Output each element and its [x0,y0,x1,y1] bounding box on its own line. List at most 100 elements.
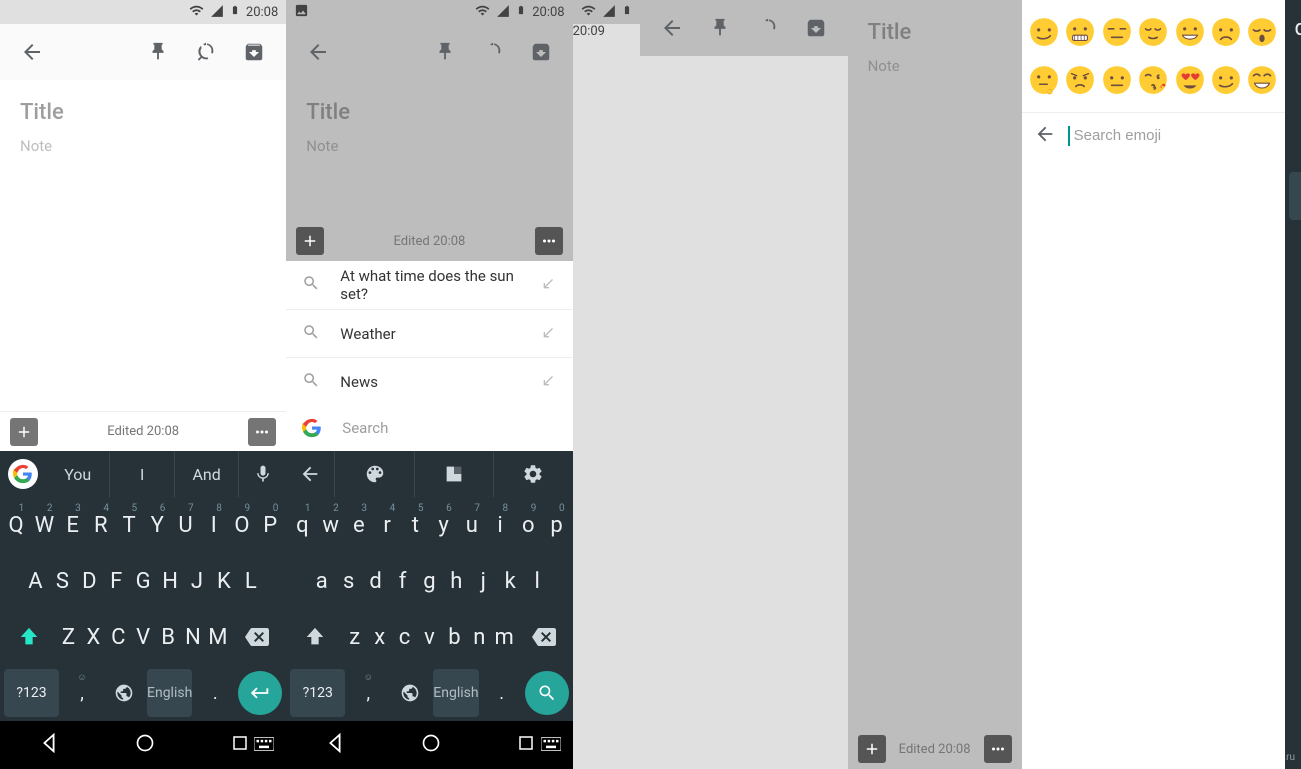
key[interactable]: V [133,613,154,661]
emoji-grin[interactable] [1171,8,1207,56]
nav-home[interactable] [421,733,441,757]
key[interactable]: 9o [516,501,540,549]
key[interactable]: l [526,557,549,605]
search-suggestion[interactable]: At what time does the sun set? [286,261,572,309]
more-button[interactable] [984,735,1012,763]
more-button[interactable] [248,418,276,446]
key[interactable]: 7u [460,501,484,549]
shift-key[interactable] [4,613,54,661]
symbols-key[interactable]: ?123 [4,669,59,717]
back-button[interactable] [648,4,696,52]
note-input[interactable]: Note [306,137,552,155]
search-suggestion[interactable]: News [286,357,572,405]
archive-button[interactable] [230,28,278,76]
back-button[interactable] [286,451,334,497]
key[interactable]: 3e [347,501,371,549]
backspace-key[interactable] [519,613,569,661]
key[interactable]: S [51,557,74,605]
suggestion-2[interactable]: I [109,451,173,497]
suggestion-1[interactable]: You [46,451,109,497]
key[interactable]: 0P [258,501,282,549]
key[interactable]: h [445,557,468,605]
key[interactable]: 3E [60,501,84,549]
back-button[interactable] [8,28,56,76]
key[interactable]: s [337,557,360,605]
key[interactable]: 5T [117,501,141,549]
archive-button[interactable] [517,28,565,76]
key[interactable]: 4R [89,501,113,549]
key[interactable]: v [419,613,440,661]
back-button[interactable] [294,28,342,76]
add-button[interactable] [858,735,886,763]
theme-button[interactable] [334,451,413,497]
emoji-worried[interactable] [1062,56,1098,104]
period-key[interactable]: . [196,669,234,717]
nav-keyboard[interactable] [254,736,274,755]
enter-key[interactable] [238,671,282,715]
period-key[interactable]: . [483,669,521,717]
google-button[interactable] [8,459,38,489]
comma-key[interactable]: ☺, [63,669,101,717]
key[interactable]: 2W [32,501,56,549]
nav-home[interactable] [135,733,155,757]
onehand-button[interactable] [414,451,493,497]
emoji-expressionless[interactable] [1098,8,1134,56]
reminder-button[interactable] [744,4,792,52]
symbols-key[interactable]: ?123 [1289,172,1301,220]
settings-button[interactable] [493,451,572,497]
key[interactable]: 1q [290,501,314,549]
emoji-search-input[interactable] [1068,126,1273,146]
key[interactable]: M [207,613,228,661]
title-input[interactable]: Title [306,100,552,125]
emoji-grimace[interactable] [1062,8,1098,56]
shift-key[interactable] [1289,116,1301,164]
enter-key[interactable] [525,671,569,715]
key[interactable]: L [239,557,262,605]
key[interactable]: D [78,557,101,605]
language-key[interactable] [391,669,429,717]
pin-button[interactable] [696,4,744,52]
title-input[interactable]: Title [868,20,1002,45]
shift-key[interactable] [290,613,340,661]
search-input-row[interactable]: Search [286,405,572,451]
key[interactable]: 8i [488,501,512,549]
key[interactable]: 0p [544,501,568,549]
emoji-smirk[interactable] [1208,56,1244,104]
key[interactable]: 1q [1289,4,1301,52]
key[interactable]: m [494,613,515,661]
key[interactable]: x [369,613,390,661]
reminder-button[interactable] [469,28,517,76]
key[interactable]: 8I [202,501,226,549]
key[interactable]: n [469,613,490,661]
key[interactable]: j [472,557,495,605]
archive-button[interactable] [792,4,840,52]
emoji-thinking[interactable] [1026,56,1062,104]
key[interactable]: F [105,557,128,605]
key[interactable]: 6y [431,501,455,549]
emoji-frown[interactable] [1208,8,1244,56]
key[interactable]: g [418,557,441,605]
emoji-relieved[interactable] [1135,8,1171,56]
nav-keyboard[interactable] [541,736,561,755]
key[interactable]: A [24,557,47,605]
key[interactable]: f [391,557,414,605]
reminder-button[interactable] [182,28,230,76]
emoji-sleepy[interactable] [1244,8,1280,56]
more-button[interactable] [535,227,563,255]
voice-button[interactable] [238,451,286,497]
note-input[interactable]: Note [868,57,1002,75]
key[interactable]: z [344,613,365,661]
add-button[interactable] [296,227,324,255]
symbols-key[interactable]: ?123 [290,669,345,717]
emoji-hearteyes[interactable] [1171,56,1207,104]
key[interactable]: 7U [173,501,197,549]
key[interactable]: B [158,613,179,661]
emoji-bigsmile[interactable] [1244,56,1280,104]
space-key[interactable]: English [433,669,478,717]
pin-button[interactable] [134,28,182,76]
space-key[interactable]: English [147,669,192,717]
key[interactable]: J [186,557,209,605]
insert-icon[interactable] [541,275,557,295]
add-button[interactable] [10,418,38,446]
note-input[interactable]: Note [20,137,266,155]
